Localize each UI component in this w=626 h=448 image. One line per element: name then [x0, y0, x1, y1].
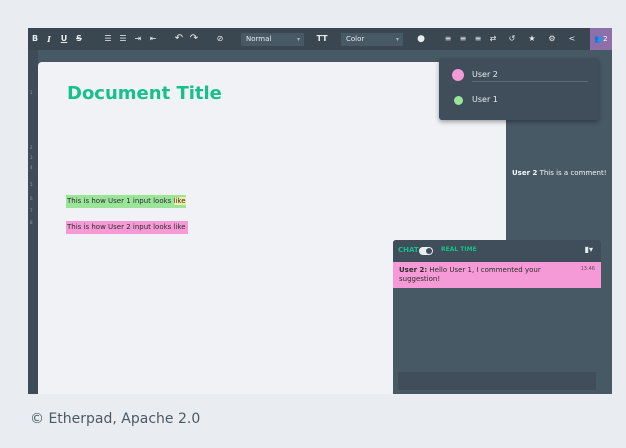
users-popup: User 2 User 1 [439, 58, 599, 120]
italic-button[interactable]: I [44, 28, 54, 50]
undo-icon[interactable]: ↶ [173, 28, 185, 50]
align-center-icon[interactable]: ≡ [457, 28, 469, 50]
editor-frame: B I U S ☰ ☰ ⇥ ⇤ ↶ ↷ ⊘ Normal ▾ TT Color … [28, 28, 612, 394]
line-number-gutter: 1 2 3 4 5 6 7 8 [28, 50, 38, 394]
chat-message-author: User 2: [399, 266, 428, 274]
line-number: 7 [30, 208, 33, 213]
line-number: 2 [30, 145, 33, 150]
user1-text-tail: like [173, 197, 186, 205]
comment-author: User 2 [512, 169, 538, 177]
underline-button[interactable]: U [59, 28, 69, 50]
line-number: 3 [30, 155, 33, 160]
user2-text-line[interactable]: This is how User 2 input looks like [66, 221, 188, 234]
color-value: Color [346, 35, 365, 43]
image-caption: © Etherpad, Apache 2.0 [30, 411, 201, 427]
font-size-value: Normal [246, 35, 272, 43]
chat-message-time: 13:46 [580, 266, 595, 272]
user-color-dot [452, 69, 464, 81]
users-count: 2 [603, 35, 608, 43]
document-title[interactable]: Document Title [67, 83, 222, 104]
ordered-list-icon[interactable]: ☰ [102, 28, 114, 50]
line-number: 6 [30, 196, 33, 201]
line-number: 8 [30, 220, 33, 225]
chat-input[interactable] [398, 372, 596, 390]
chat-options-icon[interactable]: ▮▾ [585, 245, 593, 254]
realtime-label: REAL TIME [441, 246, 477, 253]
strikethrough-button[interactable]: S [73, 28, 85, 50]
user-name: User 1 [472, 95, 498, 104]
text-size-button[interactable]: TT [315, 28, 329, 50]
align-justify-icon[interactable]: ⇄ [487, 28, 499, 50]
font-size-select[interactable]: Normal ▾ [241, 33, 304, 46]
comment-icon[interactable]: ● [414, 28, 428, 50]
chat-header: CHAT REAL TIME ▮▾ [393, 240, 601, 262]
clear-authorship-icon[interactable]: ⊘ [214, 28, 226, 50]
redo-icon[interactable]: ↷ [188, 28, 200, 50]
chat-panel: CHAT REAL TIME ▮▾ User 2: Hello User 1, … [393, 240, 601, 394]
bold-button[interactable]: B [30, 28, 40, 50]
line-number: 1 [30, 90, 33, 95]
divider [472, 81, 588, 82]
user1-text: This is how User 1 input looks [67, 197, 174, 205]
chat-message: User 2: Hello User 1, I commented your s… [393, 262, 601, 288]
chat-message-text: User 2: Hello User 1, I commented your s… [399, 266, 569, 284]
line-number: 5 [30, 182, 33, 187]
realtime-toggle[interactable] [419, 247, 433, 255]
align-left-icon[interactable]: ≡ [442, 28, 454, 50]
history-icon[interactable]: ↺ [506, 28, 518, 50]
line-number: 4 [30, 165, 33, 170]
toggle-knob [426, 248, 432, 254]
user-name: User 2 [472, 70, 498, 79]
unordered-list-icon[interactable]: ☰ [117, 28, 129, 50]
chat-title: CHAT [398, 246, 419, 254]
user1-text-line[interactable]: This is how User 1 input looks like [66, 195, 186, 208]
color-select[interactable]: Color ▾ [341, 33, 403, 46]
comment-text: This is a comment! [537, 169, 607, 177]
chevron-down-icon: ▾ [395, 36, 399, 43]
star-icon[interactable]: ★ [526, 28, 538, 50]
align-right-icon[interactable]: ≡ [472, 28, 484, 50]
settings-gear-icon[interactable]: ⚙ [546, 28, 558, 50]
user-color-dot [454, 96, 463, 105]
side-comment[interactable]: User 2 This is a comment! [512, 169, 607, 177]
users-button[interactable]: 👥2 [590, 28, 612, 50]
users-icon: 👥 [594, 35, 604, 43]
indent-icon[interactable]: ⇥ [132, 28, 144, 50]
chevron-down-icon: ▾ [296, 36, 300, 43]
toolbar: B I U S ☰ ☰ ⇥ ⇤ ↶ ↷ ⊘ Normal ▾ TT Color … [28, 28, 612, 50]
share-icon[interactable]: < [566, 28, 578, 50]
outdent-icon[interactable]: ⇤ [147, 28, 159, 50]
